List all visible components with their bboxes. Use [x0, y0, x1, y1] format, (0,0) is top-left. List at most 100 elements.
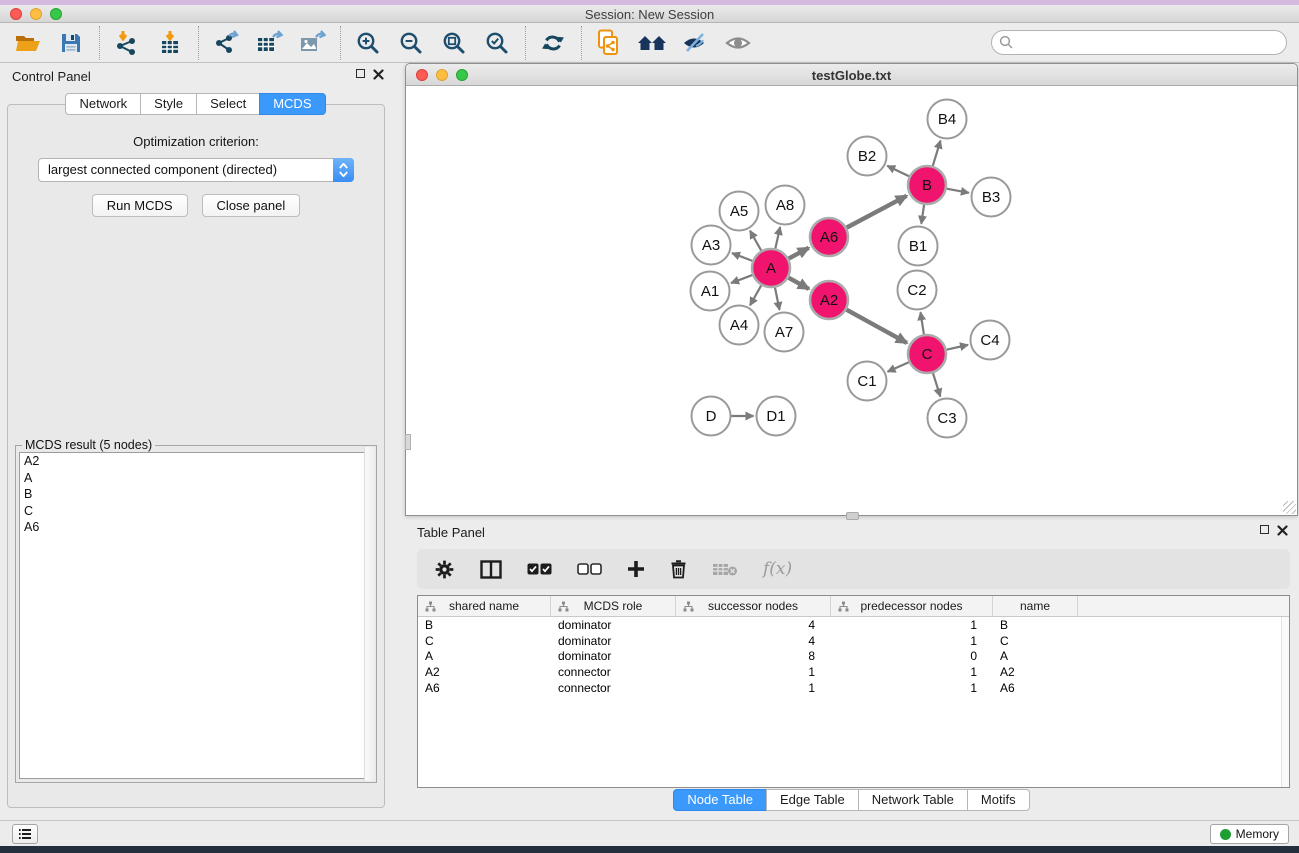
table-tab-node-table[interactable]: Node Table [673, 789, 767, 811]
window-resize-grip[interactable] [1283, 501, 1296, 514]
column-header-predecessor-nodes[interactable]: predecessor nodes [831, 596, 993, 616]
table-cell[interactable]: 4 [676, 618, 831, 632]
graph-edge-B-B1[interactable] [921, 205, 924, 224]
table-tab-network-table[interactable]: Network Table [858, 789, 968, 811]
graph-node-A3[interactable]: A3 [692, 226, 731, 265]
table-cell[interactable]: dominator [551, 618, 676, 632]
column-header-MCDS-role[interactable]: MCDS role [551, 596, 676, 616]
table-cell[interactable]: 4 [676, 634, 831, 648]
select-all-button[interactable] [527, 563, 552, 575]
open-session-button[interactable] [10, 26, 46, 60]
graph-edge-A-A2[interactable] [789, 278, 809, 289]
graph-node-A[interactable]: A [752, 249, 790, 287]
graph-edge-B-B2[interactable] [887, 166, 909, 177]
graph-node-C3[interactable]: C3 [928, 399, 967, 438]
graph-node-A7[interactable]: A7 [765, 313, 804, 352]
table-cell[interactable]: C [993, 634, 1078, 648]
table-cell[interactable]: B [418, 618, 551, 632]
network-window-titlebar[interactable]: testGlobe.txt [406, 64, 1297, 86]
table-cell[interactable]: 1 [676, 665, 831, 679]
table-cell[interactable]: 1 [831, 618, 993, 632]
zoom-fit-button[interactable] [436, 26, 472, 60]
tab-mcds[interactable]: MCDS [259, 93, 325, 115]
table-row[interactable]: A2connector11A2 [418, 664, 1289, 680]
graph-edge-A-A8[interactable] [775, 227, 780, 249]
graph-edge-B-B4[interactable] [933, 141, 941, 166]
task-history-button[interactable] [12, 824, 38, 844]
float-table-panel-icon[interactable] [1260, 525, 1269, 534]
graph-node-A1[interactable]: A1 [691, 272, 730, 311]
graph-edge-B-B3[interactable] [947, 189, 969, 193]
table-cell[interactable]: A [418, 649, 551, 663]
table-cell[interactable]: A2 [418, 665, 551, 679]
memory-button[interactable]: Memory [1210, 824, 1289, 844]
refresh-view-button[interactable] [535, 26, 571, 60]
table-cell[interactable]: B [993, 618, 1078, 632]
run-mcds-button[interactable]: Run MCDS [92, 194, 188, 217]
table-cell[interactable]: A6 [993, 681, 1078, 695]
table-cell[interactable]: 1 [831, 681, 993, 695]
graph-edge-C-C4[interactable] [947, 345, 969, 350]
function-builder-button[interactable]: f(x) [763, 559, 792, 579]
close-panel-icon[interactable] [373, 69, 384, 80]
show-graphics-details-button[interactable] [720, 26, 756, 60]
table-cell[interactable]: 1 [831, 665, 993, 679]
mcds-result-item[interactable]: C [20, 503, 372, 520]
export-table-button[interactable] [251, 26, 287, 60]
delete-table-button[interactable] [712, 562, 738, 577]
graph-edge-A-A4[interactable] [750, 285, 761, 305]
table-settings-button[interactable] [434, 559, 455, 580]
graph-edge-A-A3[interactable] [732, 253, 752, 261]
table-row[interactable]: A6connector11A6 [418, 680, 1289, 696]
graph-node-A5[interactable]: A5 [720, 192, 759, 231]
graph-edge-A2-C[interactable] [847, 310, 907, 343]
add-column-button[interactable] [627, 560, 645, 578]
table-tab-edge-table[interactable]: Edge Table [766, 789, 859, 811]
column-header-shared-name[interactable]: shared name [418, 596, 551, 616]
zoom-in-button[interactable] [350, 26, 386, 60]
float-panel-icon[interactable] [356, 69, 365, 78]
graph-edge-A-A5[interactable] [750, 231, 761, 251]
graph-node-A8[interactable]: A8 [766, 186, 805, 225]
table-tab-motifs[interactable]: Motifs [967, 789, 1030, 811]
mcds-result-item[interactable]: A2 [20, 453, 372, 470]
import-table-button[interactable] [152, 26, 188, 60]
graph-edge-C-C3[interactable] [933, 373, 940, 396]
graph-edge-A-A7[interactable] [775, 288, 780, 310]
hide-graphics-details-button[interactable] [677, 26, 713, 60]
panel-divider-grip[interactable] [405, 434, 411, 450]
table-cell[interactable]: 0 [831, 649, 993, 663]
horizontal-split-handle[interactable] [846, 512, 859, 520]
mcds-result-item[interactable]: B [20, 486, 372, 503]
table-cell[interactable]: connector [551, 665, 676, 679]
graph-node-B2[interactable]: B2 [848, 137, 887, 176]
graph-node-B3[interactable]: B3 [972, 178, 1011, 217]
graph-node-A2[interactable]: A2 [810, 281, 848, 319]
graph-node-C2[interactable]: C2 [898, 271, 937, 310]
table-cell[interactable]: A2 [993, 665, 1078, 679]
tab-network[interactable]: Network [65, 93, 141, 115]
table-cell[interactable]: 1 [831, 634, 993, 648]
delete-column-button[interactable] [670, 559, 687, 579]
graph-node-D[interactable]: D [692, 397, 731, 436]
graph-node-B4[interactable]: B4 [928, 100, 967, 139]
graph-edge-C-C1[interactable] [888, 362, 909, 372]
graph-edge-A-A6[interactable] [789, 248, 809, 259]
graph-node-B1[interactable]: B1 [899, 227, 938, 266]
table-row[interactable]: Adominator80A [418, 649, 1289, 665]
table-cell[interactable]: 1 [676, 681, 831, 695]
network-canvas[interactable]: B4B2BB3A5A8A6B1A3AC2A1A2A4A7C4CC1C3DD1 [406, 86, 1297, 515]
export-image-button[interactable] [294, 26, 330, 60]
tab-select[interactable]: Select [196, 93, 260, 115]
table-cell[interactable]: A6 [418, 681, 551, 695]
search-field[interactable] [991, 30, 1287, 55]
export-network-button[interactable] [208, 26, 244, 60]
graph-node-A6[interactable]: A6 [810, 218, 848, 256]
tab-style[interactable]: Style [140, 93, 197, 115]
close-table-panel-icon[interactable] [1277, 525, 1288, 536]
deselect-all-button[interactable] [577, 563, 602, 575]
criterion-dropdown[interactable]: largest connected component (directed) [38, 158, 354, 182]
table-cell[interactable]: connector [551, 681, 676, 695]
table-row[interactable]: Bdominator41B [418, 617, 1289, 633]
mcds-result-item[interactable]: A [20, 470, 372, 487]
